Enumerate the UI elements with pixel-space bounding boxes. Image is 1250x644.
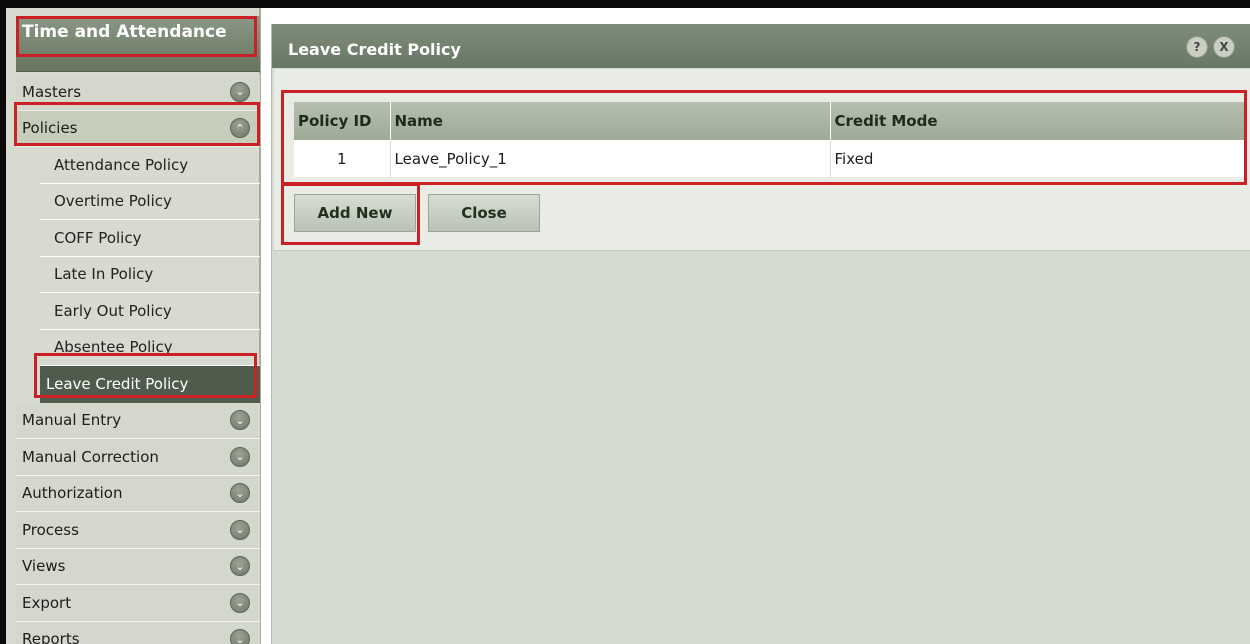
policy-table: Policy ID Name Credit Mode 1 Leave_Polic… <box>294 102 1246 177</box>
chevron-up-icon[interactable]: ⌃ <box>230 118 250 139</box>
submenu-item-late-in-policy[interactable]: Late In Policy <box>40 257 260 293</box>
chevron-down-icon[interactable]: ⌄ <box>230 592 250 613</box>
sidebar-item-label: Masters <box>22 82 82 101</box>
sidebar-item-masters[interactable]: Masters ⌄ <box>16 74 260 111</box>
table-header-row: Policy ID Name Credit Mode <box>294 102 1246 140</box>
sidebar-item-label: Authorization <box>22 484 123 503</box>
submenu-item-attendance-policy[interactable]: Attendance Policy <box>40 147 260 184</box>
submenu-item-early-out-policy[interactable]: Early Out Policy <box>40 293 260 330</box>
submenu-item-overtime-policy[interactable]: Overtime Policy <box>40 184 260 220</box>
submenu-item-coff-policy[interactable]: COFF Policy <box>40 220 260 257</box>
cell-credit-mode: Fixed <box>830 140 1246 177</box>
sidebar-item-label: Manual Entry <box>22 411 122 430</box>
sidebar-item-label: Reports <box>22 630 80 644</box>
sidebar-item-label: Export <box>22 593 72 612</box>
submenu-item-leave-credit-policy[interactable]: Leave Credit Policy <box>40 366 260 403</box>
sidebar-item-reports[interactable]: Reports ⌄ <box>16 621 260 644</box>
chevron-down-icon[interactable]: ⌄ <box>230 446 250 467</box>
chevron-down-icon[interactable]: ⌄ <box>230 519 250 540</box>
sidebar-item-manual-correction[interactable]: Manual Correction ⌄ <box>16 439 260 476</box>
main-panel: Leave Credit Policy ? X Policy ID Name C… <box>271 24 1250 644</box>
close-button[interactable]: Close <box>428 194 540 232</box>
column-header-credit-mode[interactable]: Credit Mode <box>830 102 1246 140</box>
chevron-down-icon[interactable]: ⌄ <box>230 556 250 577</box>
close-icon[interactable]: X <box>1213 36 1235 58</box>
sidebar-item-authorization[interactable]: Authorization ⌄ <box>16 475 260 512</box>
submenu-item-absentee-policy[interactable]: Absentee Policy <box>40 330 260 366</box>
sidebar-menu: Masters ⌄ Policies ⌃ Attendance Policy O… <box>16 74 260 644</box>
sidebar-item-export[interactable]: Export ⌄ <box>16 585 260 622</box>
chevron-down-icon[interactable]: ⌄ <box>230 629 250 644</box>
panel-header: Leave Credit Policy <box>272 24 1250 68</box>
chevron-down-icon[interactable]: ⌄ <box>230 81 250 102</box>
panel-content: Policy ID Name Credit Mode 1 Leave_Polic… <box>274 69 1250 251</box>
app-title: Time and Attendance <box>16 16 260 72</box>
column-header-policy-id[interactable]: Policy ID <box>294 102 391 140</box>
cell-policy-id: 1 <box>294 140 391 177</box>
sidebar-item-label: Views <box>22 557 66 576</box>
sidebar-item-label: Policies <box>22 119 78 138</box>
page-title: Leave Credit Policy <box>288 40 461 59</box>
sidebar-item-label: Process <box>22 520 79 539</box>
add-new-button[interactable]: Add New <box>294 194 416 232</box>
sidebar: Time and Attendance Masters ⌄ Policies ⌃… <box>6 8 261 644</box>
sidebar-item-manual-entry[interactable]: Manual Entry ⌄ <box>16 402 260 439</box>
column-header-name[interactable]: Name <box>390 102 831 140</box>
sidebar-item-label: Manual Correction <box>22 447 159 466</box>
help-icon[interactable]: ? <box>1186 36 1208 58</box>
top-border <box>0 0 1250 8</box>
cell-name: Leave_Policy_1 <box>390 140 831 177</box>
sidebar-item-policies[interactable]: Policies ⌃ <box>16 110 260 147</box>
chevron-down-icon[interactable]: ⌄ <box>230 410 250 431</box>
table-row[interactable]: 1 Leave_Policy_1 Fixed <box>294 140 1246 177</box>
sidebar-item-views[interactable]: Views ⌄ <box>16 548 260 585</box>
chevron-down-icon[interactable]: ⌄ <box>230 483 250 504</box>
sidebar-item-process[interactable]: Process ⌄ <box>16 512 260 549</box>
